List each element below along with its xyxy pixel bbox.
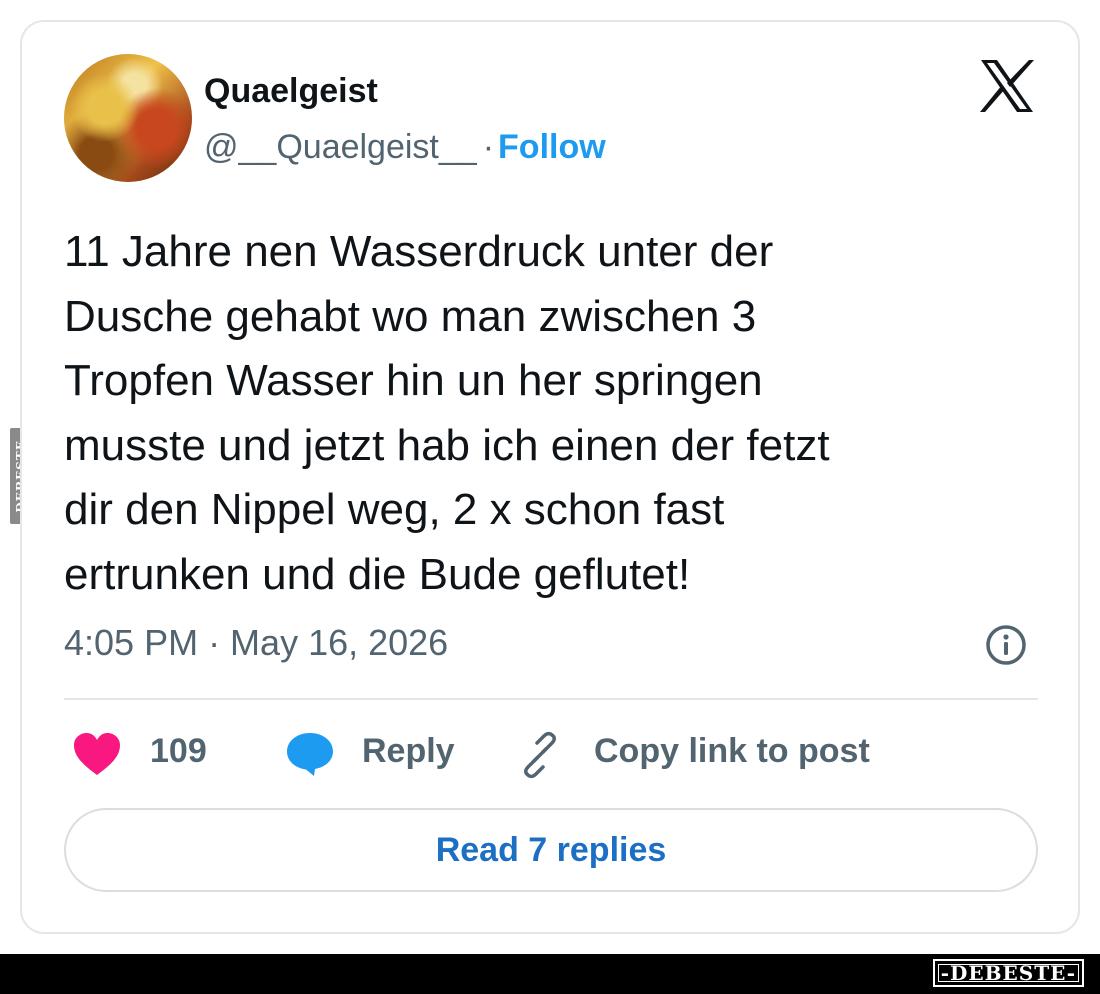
tweet-timestamp[interactable]: 4:05 PM · May 16, 2026 [64, 622, 448, 664]
tweet-text-line: 11 Jahre nen Wasserdruck unter der [64, 227, 774, 276]
tweet-text-line: dir den Nippel weg, 2 x schon fast [64, 485, 725, 534]
speech-bubble-icon[interactable] [284, 730, 336, 778]
follow-link[interactable]: Follow [498, 128, 606, 166]
like-count[interactable]: 109 [150, 732, 207, 771]
handle-separator: · [482, 128, 495, 166]
read-replies-button[interactable]: Read 7 replies [64, 808, 1038, 892]
tweet-card: Quaelgeist @__Quaelgeist__ · Follow 11 Jah… [20, 20, 1080, 934]
tweet-text-line: Dusche gehabt wo man zwischen 3 [64, 291, 757, 341]
author-handle[interactable]: @__Quaelgeist__ [204, 128, 477, 166]
tweet-text-line: musste und jetzt hab ich einen der fetzt [64, 420, 830, 470]
author-display-name[interactable]: Quaelgeist [204, 72, 378, 111]
x-logo-icon[interactable] [977, 58, 1037, 114]
tweet-text-line: Tropfen Wasser hin un her springen [64, 356, 763, 405]
avatar[interactable] [64, 54, 192, 182]
link-icon[interactable] [516, 731, 564, 779]
reply-button[interactable]: Reply [362, 732, 455, 771]
tweet-text: 11 Jahre nen Wasserdruck unter der Dusch… [64, 220, 1044, 607]
author-handle-row: @__Quaelgeist__ · Follow [204, 128, 606, 167]
bottom-watermark: -DEBESTE- [932, 959, 1084, 987]
heart-icon[interactable] [72, 731, 122, 777]
copy-link-button[interactable]: Copy link to post [594, 732, 870, 771]
bottom-bar: -DEBESTE- [0, 954, 1100, 994]
tweet-text-line: ertrunken und die Bude geflutet! [64, 549, 691, 599]
divider [64, 698, 1038, 700]
info-icon[interactable] [985, 624, 1027, 666]
